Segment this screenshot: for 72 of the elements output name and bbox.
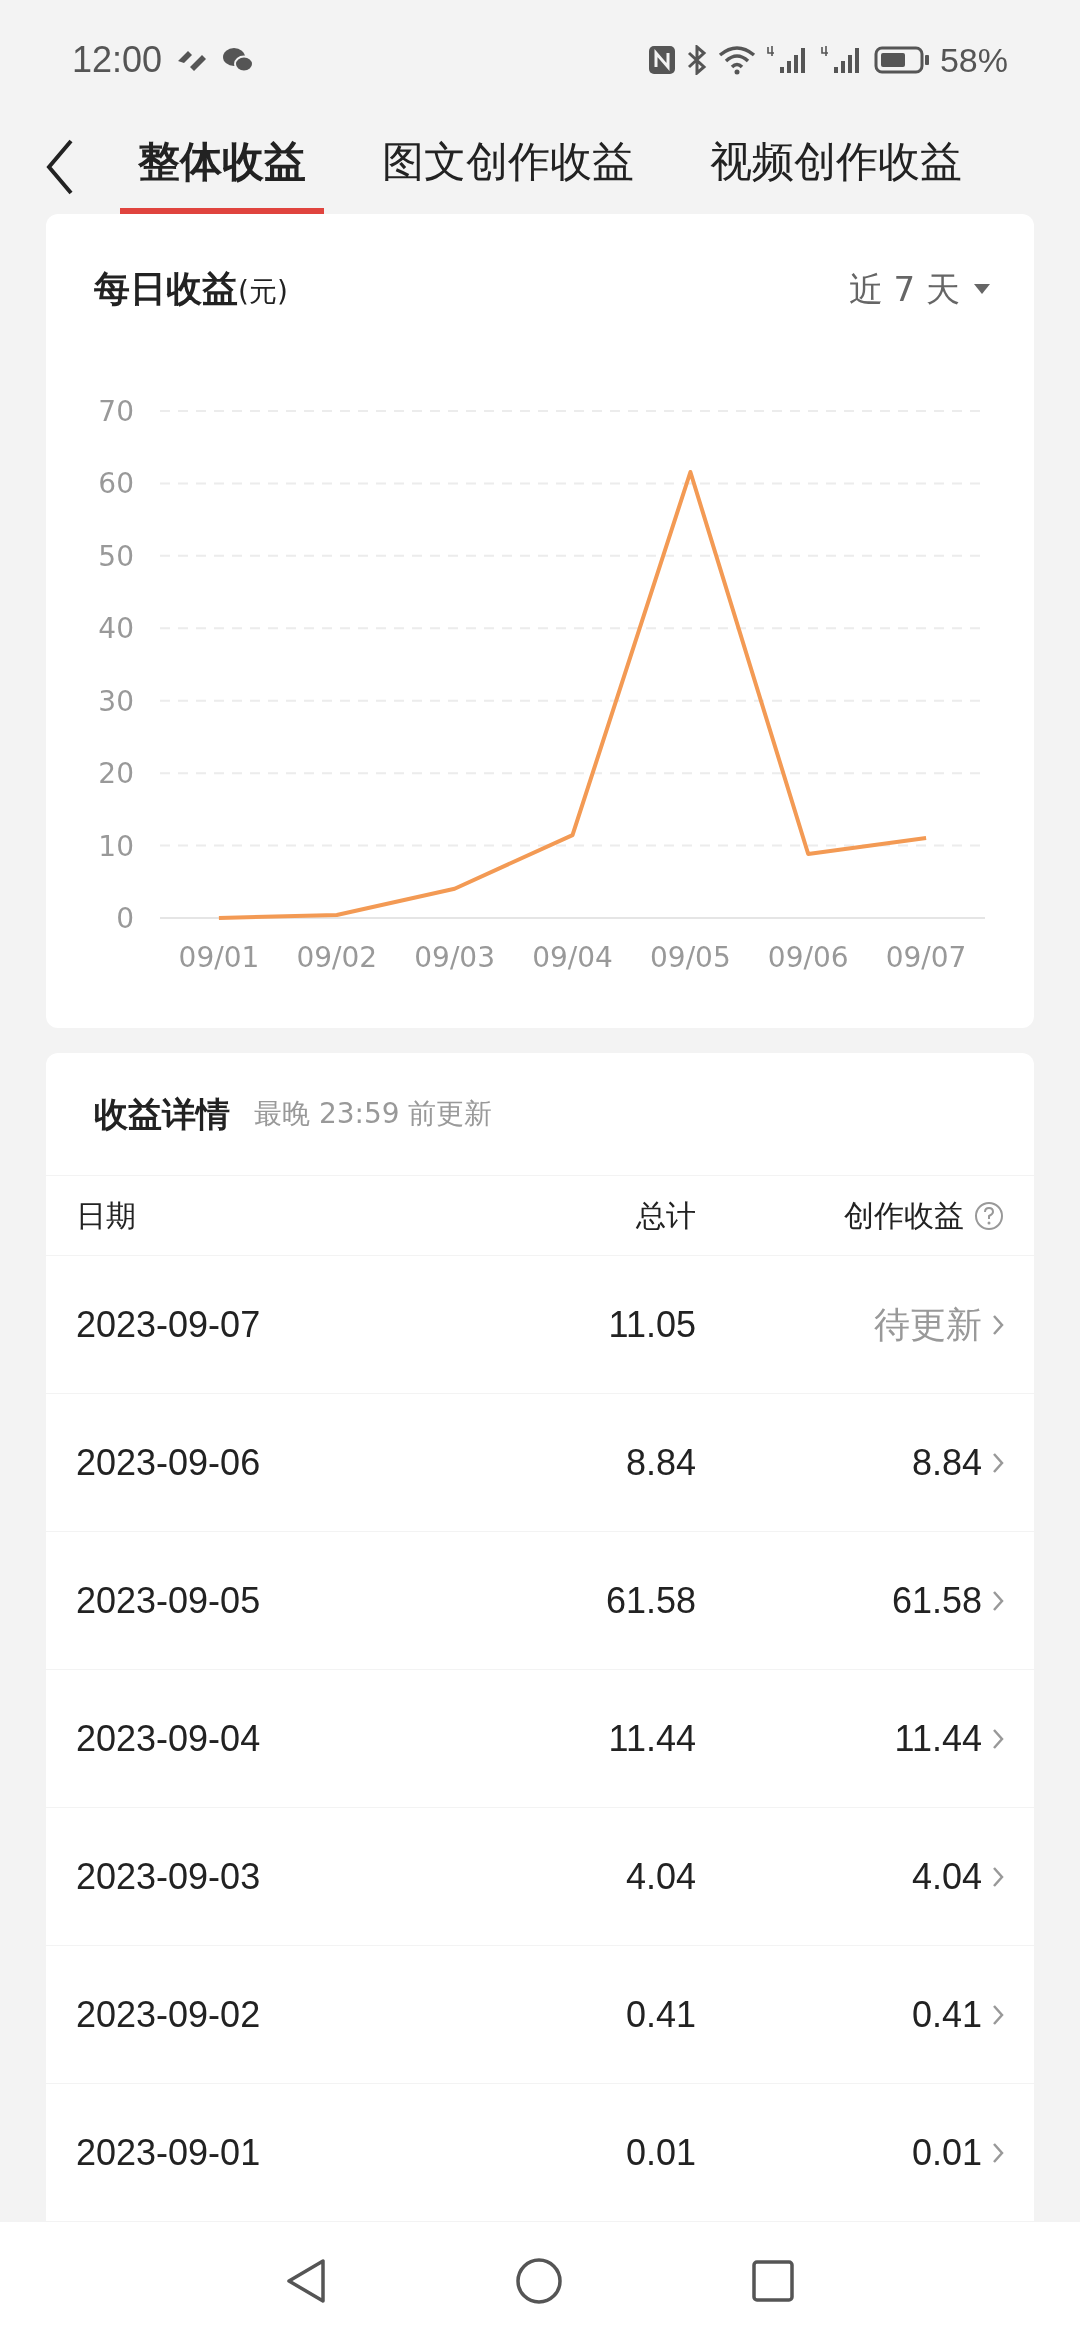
total-cell-text: 0.01 [624, 2130, 696, 2175]
y-tick-label: 10 [98, 829, 134, 863]
date-cell-text: 2023-09-01 [76, 2130, 262, 2175]
date-cell-text: 2023-09-06 [76, 1440, 262, 1485]
chevron-right-icon [992, 1727, 1004, 1750]
creation-income-cell-text: 61.58 [891, 1578, 982, 1623]
bluetooth-icon [685, 45, 708, 75]
x-tick-label: 09/01 [178, 941, 260, 974]
date-cell-text: 2023-09-02 [76, 1992, 262, 2037]
chevron-right-icon [992, 1865, 1004, 1888]
column-header: 创作收益 [844, 1197, 964, 1236]
nfc-icon [647, 45, 676, 75]
section-title: 收益详情 [94, 1092, 230, 1136]
income-row[interactable]: 2023-09-03 4.04 4.04 [46, 1808, 1034, 1946]
chevron-right-icon [992, 1451, 1004, 1474]
battery-icon [873, 45, 930, 75]
y-tick-label: 70 [98, 395, 134, 428]
date-cell-text: 2023-09-04 [76, 1716, 262, 1761]
chat-icon [222, 46, 255, 74]
creation-income-cell-text: 11.44 [894, 1716, 982, 1761]
x-tick-label: 09/06 [767, 941, 849, 974]
income-row[interactable]: 2023-09-05 61.58 61.58 [46, 1532, 1034, 1670]
income-row[interactable]: 2023-09-04 11.44 11.44 [46, 1670, 1034, 1808]
column-header: 总计 [636, 1198, 696, 1234]
y-tick-label: 60 [98, 467, 134, 501]
update-note: 最晚 23:59 前更新 [254, 1096, 493, 1133]
wifi-icon [717, 45, 756, 75]
y-tick-label: 30 [98, 684, 134, 718]
y-tick-label: 20 [98, 757, 134, 791]
home-nav-icon[interactable] [516, 2258, 562, 2304]
creation-income-cell-text: 0.41 [911, 1992, 982, 2037]
date-cell-text: 2023-09-05 [76, 1578, 262, 1623]
range-dropdown[interactable]: 近 7 天 [848, 263, 990, 315]
recents-nav-icon[interactable] [752, 2260, 794, 2302]
income-row[interactable]: 2023-09-06 8.84 8.84 [46, 1394, 1034, 1532]
column-header: 日期 [76, 1198, 136, 1234]
creation-income-cell-text: 4.04 [911, 1854, 982, 1899]
total-cell-text: 0.41 [624, 1992, 696, 2037]
date-cell-text: 2023-09-07 [76, 1302, 262, 1347]
total-cell-text: 11.05 [607, 1302, 696, 1347]
help-icon[interactable] [974, 1200, 1004, 1231]
chevron-right-icon [992, 1313, 1004, 1336]
creation-income-cell-text: 8.84 [911, 1440, 982, 1485]
total-cell-text: 4.04 [624, 1854, 696, 1899]
card-title: 每日收益 [94, 267, 238, 311]
total-cell-text: 61.58 [604, 1578, 696, 1623]
y-tick-label: 40 [98, 612, 134, 646]
chevron-right-icon [992, 2141, 1004, 2164]
x-tick-label: 09/07 [885, 941, 967, 974]
tab[interactable]: 图文创作收益 [364, 120, 652, 214]
x-tick-label: 09/04 [532, 941, 613, 974]
x-tick-label: 09/03 [414, 941, 495, 974]
y-tick-label: 50 [98, 539, 134, 573]
creation-income-cell-text: 待更新 [874, 1302, 982, 1347]
chevron-right-icon [992, 1589, 1004, 1612]
income-row[interactable]: 2023-09-02 0.41 0.41 [46, 1946, 1034, 2084]
tab[interactable]: 视频创作收益 [692, 120, 980, 214]
unit-label: (元) [238, 274, 288, 310]
creation-income-cell-text: 0.01 [911, 2130, 982, 2175]
date-cell-text: 2023-09-03 [76, 1854, 262, 1899]
chevron-right-icon [992, 2003, 1004, 2026]
back-icon [46, 139, 74, 195]
status-time: 12:00 [72, 38, 163, 82]
y-tick-label: 0 [116, 902, 134, 935]
caret-icon [974, 284, 990, 294]
total-cell-text: 8.84 [624, 1440, 696, 1485]
income-row[interactable]: 2023-09-07 11.05 待更新 [46, 1256, 1034, 1394]
x-tick-label: 09/05 [650, 941, 731, 974]
battery-percent: 58% [939, 39, 1008, 81]
total-cell-text: 11.44 [607, 1716, 696, 1761]
x-tick-label: 09/02 [296, 941, 378, 974]
back-nav-icon[interactable] [286, 2258, 326, 2304]
